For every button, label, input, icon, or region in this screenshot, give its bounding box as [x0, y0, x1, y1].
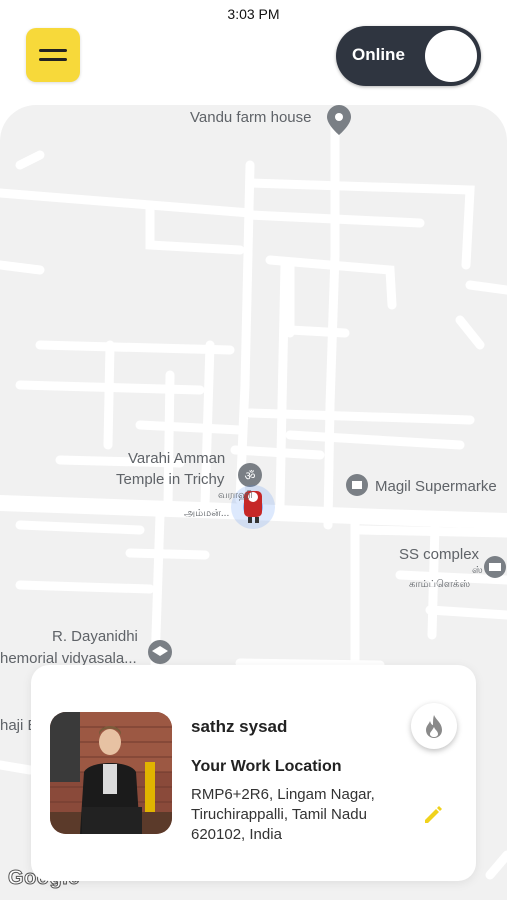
map-label-temple-tamil-2: அம்மன்...	[184, 508, 230, 519]
toggle-knob[interactable]	[425, 30, 477, 82]
map-label-temple-1: Varahi Amman	[128, 450, 226, 467]
map-label-ss-tamil-2: காம்ப்ளெக்ஸ்	[409, 579, 471, 590]
map-label-farm: Vandu farm house	[190, 109, 312, 126]
status-bar-time: 3:03 PM	[227, 6, 280, 22]
poi-pin-ss-complex	[484, 556, 506, 578]
address-line-2: Tiruchirappalli, Tamil Nadu	[191, 806, 367, 823]
map-label-temple-2: Temple in Trichy	[116, 471, 225, 488]
poi-pin-supermarket	[346, 474, 368, 496]
hamburger-icon	[39, 49, 67, 52]
profile-photo	[50, 712, 172, 834]
poi-pin-temple: ॐ	[238, 463, 262, 487]
map-label-temple-tamil-1: வராஹி	[218, 490, 253, 501]
driver-info-card: sathz sysad Your Work Location RMP6+2R6,…	[31, 665, 476, 881]
driver-name: sathz sysad	[191, 717, 288, 736]
fire-button[interactable]	[411, 703, 457, 749]
fire-icon	[426, 715, 442, 738]
work-location-title: Your Work Location	[191, 758, 342, 775]
online-status-label: Online	[352, 45, 405, 64]
edit-pencil-icon[interactable]	[422, 803, 444, 825]
avatar	[50, 712, 172, 834]
work-location-address: RMP6+2R6, Lingam Nagar, Tiruchirappalli,…	[191, 785, 375, 845]
online-status-toggle[interactable]: Online	[336, 26, 481, 86]
address-line-3: 620102, India	[191, 826, 282, 843]
poi-pin-school	[148, 640, 172, 664]
map-label-school-1: R. Dayanidhi	[52, 628, 138, 645]
address-line-1: RMP6+2R6, Lingam Nagar,	[191, 786, 375, 803]
svg-text:ॐ: ॐ	[245, 469, 256, 483]
map-label-ss-tamil-1: ஸ்	[472, 565, 483, 576]
map-label-supermarket: Magil Supermarke	[375, 478, 497, 495]
menu-button[interactable]	[26, 28, 80, 82]
map-label-ss-complex: SS complex	[399, 546, 480, 563]
hamburger-icon-line	[39, 58, 67, 61]
